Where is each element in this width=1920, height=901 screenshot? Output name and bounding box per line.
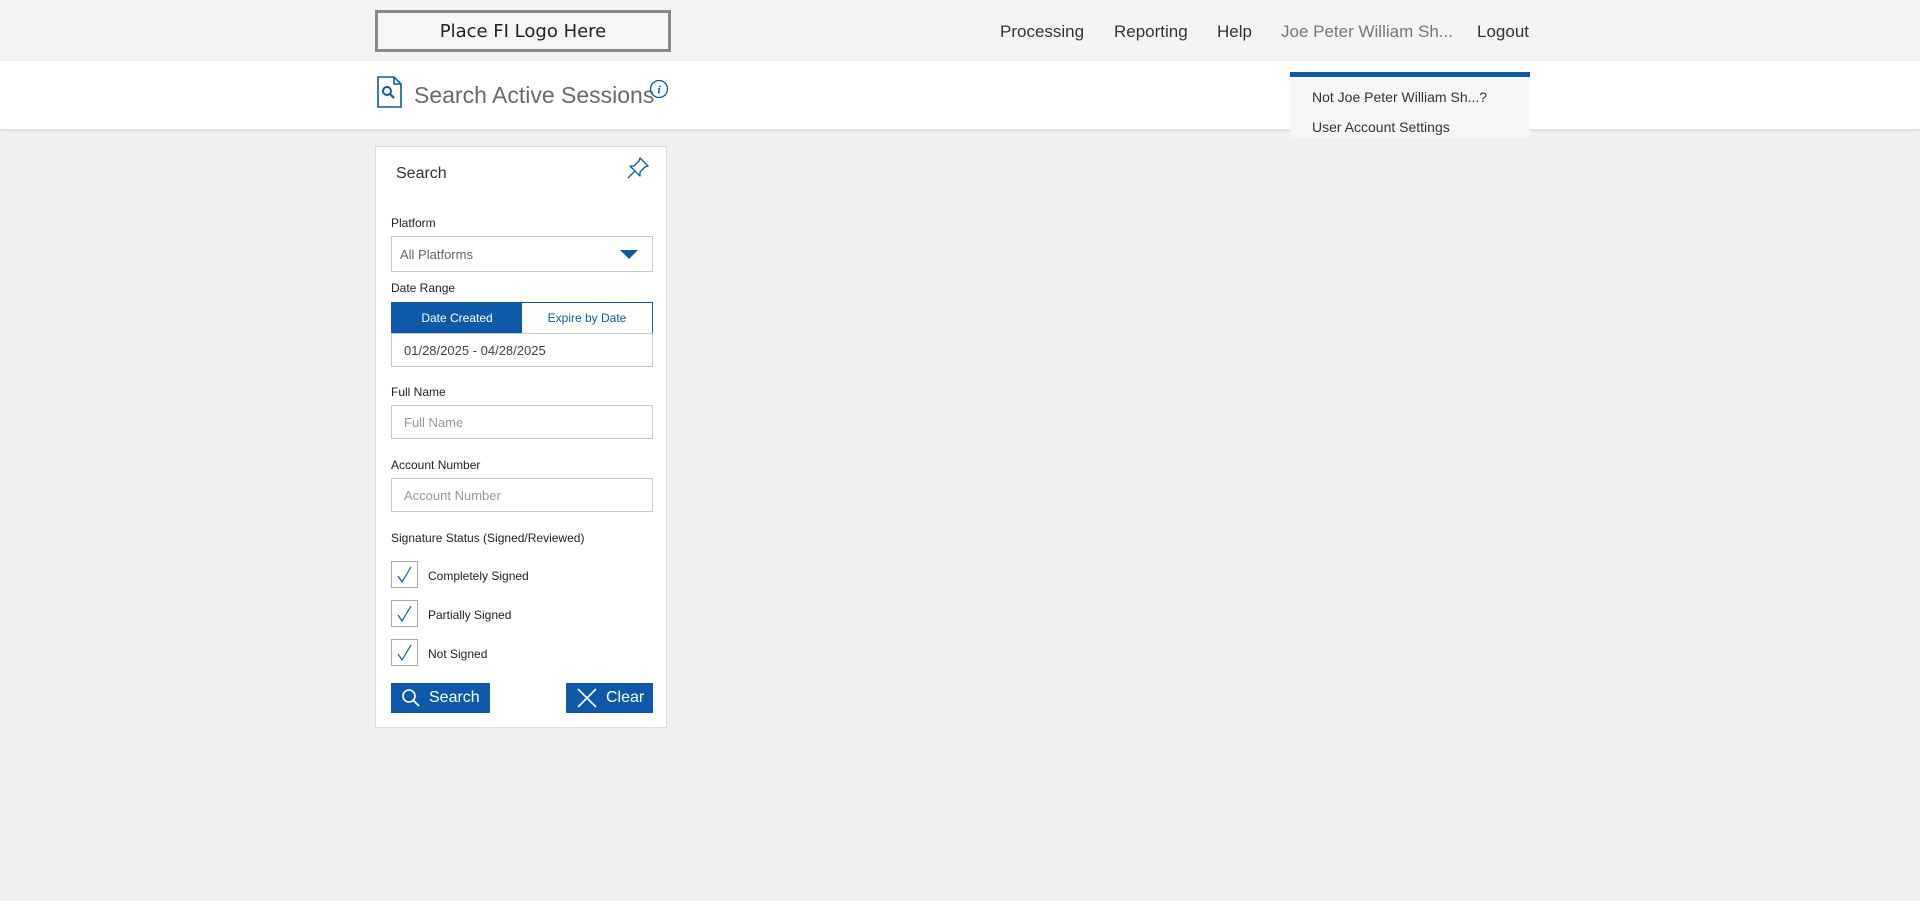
search-panel-title: Search xyxy=(396,165,447,182)
account-number-placeholder: Account Number xyxy=(404,487,501,503)
page-title: Search Active Sessions xyxy=(414,82,655,108)
search-icon xyxy=(402,689,420,707)
nav-user-menu[interactable]: Joe Peter William Sh... xyxy=(1281,22,1453,42)
checkmark-icon xyxy=(397,566,412,584)
search-panel: Search Platform All Platforms Date Range… xyxy=(375,146,667,728)
date-range-field[interactable]: 01/28/2025 - 04/28/2025 xyxy=(391,333,653,367)
user-dropdown-menu: Not Joe Peter William Sh...? User Accoun… xyxy=(1290,72,1530,138)
top-bar xyxy=(0,0,1920,61)
pin-icon[interactable] xyxy=(625,155,651,181)
svg-text:i: i xyxy=(657,83,661,97)
date-range-toggle: Date Created Expire by Date xyxy=(391,302,653,334)
full-name-input[interactable]: Full Name xyxy=(391,405,653,439)
nav-help[interactable]: Help xyxy=(1217,22,1252,42)
checkmark-icon xyxy=(397,605,412,623)
checkbox-label-not-signed: Not Signed xyxy=(428,647,488,661)
toggle-expire-by-date[interactable]: Expire by Date xyxy=(522,303,652,333)
clear-button-label: Clear xyxy=(606,689,645,706)
nav-logout[interactable]: Logout xyxy=(1477,22,1529,42)
menu-item-not-user[interactable]: Not Joe Peter William Sh...? xyxy=(1312,89,1487,105)
checkbox-not-signed[interactable] xyxy=(391,639,418,666)
full-name-label: Full Name xyxy=(391,385,446,399)
search-document-icon xyxy=(377,76,402,108)
full-name-placeholder: Full Name xyxy=(404,414,464,430)
checkbox-label-completely-signed: Completely Signed xyxy=(428,569,529,583)
signature-status-label: Signature Status (Signed/Reviewed) xyxy=(391,531,585,545)
date-range-label: Date Range xyxy=(391,281,456,295)
menu-item-account-settings[interactable]: User Account Settings xyxy=(1312,119,1450,135)
nav-reporting[interactable]: Reporting xyxy=(1114,22,1188,42)
checkbox-completely-signed[interactable] xyxy=(391,561,418,588)
checkbox-partially-signed[interactable] xyxy=(391,600,418,627)
account-number-label: Account Number xyxy=(391,458,481,472)
clear-button[interactable]: Clear xyxy=(566,683,653,713)
date-range-value: 01/28/2025 - 04/28/2025 xyxy=(404,342,546,358)
close-icon xyxy=(577,688,597,708)
search-button-label: Search xyxy=(429,689,480,706)
account-number-input[interactable]: Account Number xyxy=(391,478,653,512)
platform-label: Platform xyxy=(391,216,436,230)
info-icon[interactable]: i xyxy=(649,79,669,99)
search-button[interactable]: Search xyxy=(391,683,490,713)
chevron-down-icon xyxy=(620,250,638,259)
checkmark-icon xyxy=(397,644,412,662)
nav-processing[interactable]: Processing xyxy=(1000,22,1084,42)
platform-select[interactable]: All Platforms xyxy=(391,236,653,272)
checkbox-label-partially-signed: Partially Signed xyxy=(428,608,512,622)
fi-logo-placeholder[interactable]: Place FI Logo Here xyxy=(375,10,671,52)
toggle-date-created[interactable]: Date Created xyxy=(392,303,522,333)
platform-selected-value: All Platforms xyxy=(400,246,473,262)
page-header-band xyxy=(0,61,1920,129)
